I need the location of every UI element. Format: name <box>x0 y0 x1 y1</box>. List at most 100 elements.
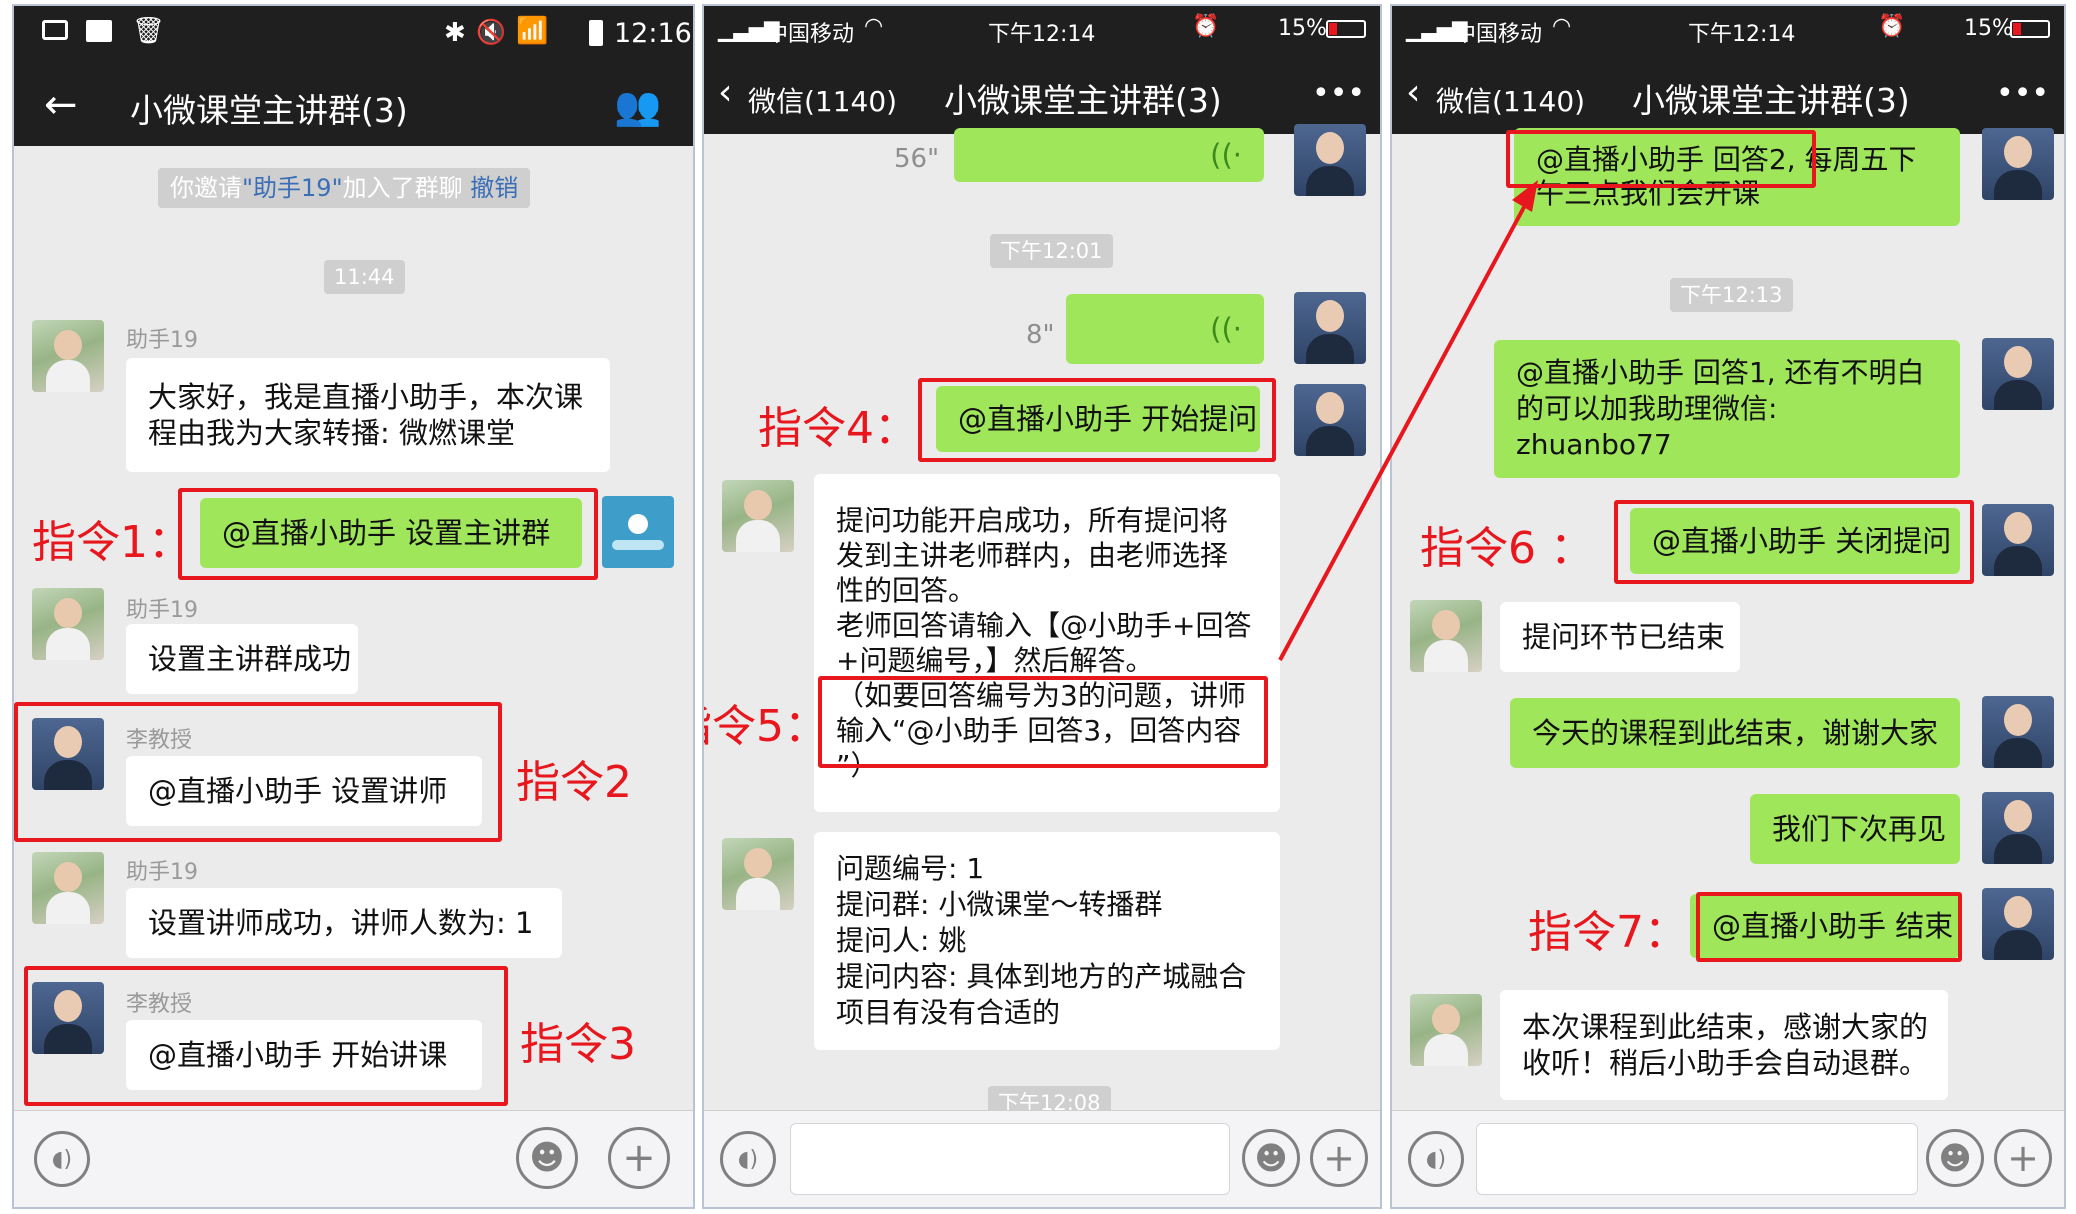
emoji-icon[interactable]: ☻ <box>1242 1129 1300 1187</box>
battery-percent: 15% <box>1964 16 2013 41</box>
chat-area: @直播小助手 回答2, 每周五下 午三点我们会开课 下午12:13 @直播小助手… <box>1392 128 2064 1111</box>
chevron-left-icon[interactable]: ‹ <box>718 72 732 113</box>
mute-icon: 🔇 <box>476 18 506 46</box>
message-bubble[interactable]: 大家好，我是直播小助手，本次课 程由我为大家转播: 微燃课堂 <box>126 358 610 472</box>
sender-name: 助手19 <box>126 328 198 353</box>
system-note-text: 你邀请 <box>170 174 242 202</box>
avatar[interactable] <box>1982 696 2054 768</box>
phone-panel-1: 🗑 ✱ 🔇 📶 12:16 ← 小微课堂主讲群(3) 👥 你邀请"助手19"加入… <box>12 4 695 1209</box>
chevron-left-icon[interactable]: ‹ <box>1406 72 1420 113</box>
nav-bar: ‹ 微信(1140) 小微课堂主讲群(3) ••• <box>704 56 1380 134</box>
highlight-box <box>24 966 508 1106</box>
avatar[interactable] <box>1982 792 2054 864</box>
voice-wave-icon: ((· <box>1210 312 1242 346</box>
avatar[interactable] <box>1410 600 1482 672</box>
phone-panel-2: ▁▃▅▇ 中国移动 ◠ 下午12:14 ⏰ 15% ‹ 微信(1140) 小微课… <box>702 4 1382 1209</box>
avatar[interactable] <box>1982 338 2054 410</box>
voice-toggle-icon[interactable]: ◖) <box>1408 1131 1464 1187</box>
invitee-link[interactable]: "助手19" <box>242 174 343 202</box>
chat-title: 小微课堂主讲群(3) <box>130 91 408 130</box>
message-bubble[interactable]: 问题编号: 1 提问群: 小微课堂～转播群 提问人: 姚 提问内容: 具体到地方… <box>814 832 1280 1050</box>
group-members-icon[interactable]: 👥 <box>614 84 661 129</box>
status-time: 下午12:14 <box>1688 22 1796 47</box>
avatar[interactable] <box>32 320 104 392</box>
more-icon[interactable]: ••• <box>1312 76 1365 111</box>
plus-icon[interactable]: + <box>1310 1129 1368 1187</box>
back-link[interactable]: 微信(1140) <box>1436 80 1585 120</box>
time-tag: 下午12:01 <box>990 234 1113 268</box>
voice-message[interactable]: ((· <box>954 128 1264 182</box>
plus-icon[interactable]: + <box>1994 1129 2052 1187</box>
input-bar: ◖) ☻ + <box>704 1110 1380 1207</box>
command-label-4: 指令4： <box>758 403 918 454</box>
message-line: @直播小助手 回答1, 还有不明白 <box>1516 356 1925 389</box>
message-bubble[interactable]: 设置主讲群成功 <box>126 624 358 694</box>
command-label-6: 指令6 ： <box>1420 523 1594 574</box>
avatar[interactable] <box>722 838 794 910</box>
message-bubble-answer1[interactable]: @直播小助手 回答1, 还有不明白 的可以加我助理微信: zhuanbo77 <box>1494 340 1960 478</box>
avatar[interactable] <box>1982 128 2054 200</box>
command-label-5: 指令5： <box>704 701 828 752</box>
alarm-icon: ⏰ <box>1878 14 1906 39</box>
message-line: 问题编号: 1 <box>836 852 985 885</box>
message-line: zhuanbo77 <box>1516 428 1672 461</box>
avatar[interactable] <box>1982 504 2054 576</box>
highlight-box <box>14 702 502 842</box>
plus-icon[interactable]: + <box>608 1127 670 1189</box>
battery-percent: 15% <box>1278 16 1327 41</box>
carrier-name: 中国移动 <box>1454 22 1543 47</box>
bluetooth-icon: ✱ <box>444 18 466 48</box>
voice-message[interactable]: ((· <box>1066 294 1264 364</box>
avatar[interactable] <box>1410 994 1482 1066</box>
alarm-icon: ⏰ <box>1192 14 1220 39</box>
more-icon[interactable]: ••• <box>1996 76 2049 111</box>
message-bubble[interactable]: 提问环节已结束 <box>1500 602 1740 672</box>
message-line: 提问人: 姚 <box>836 924 967 957</box>
avatar[interactable] <box>1294 124 1366 196</box>
avatar[interactable] <box>1294 292 1366 364</box>
avatar[interactable] <box>722 480 794 552</box>
message-line: 提问功能开启成功，所有提问将 <box>836 504 1229 537</box>
chat-area: 56" ((· 下午12:01 8" ((· @直播小助手 开始提问 指令4： … <box>704 124 1380 1120</box>
avatar[interactable] <box>602 496 674 568</box>
status-time: 12:16 <box>614 18 692 49</box>
message-bubble[interactable]: 设置讲师成功，讲师人数为: 1 <box>126 888 562 958</box>
avatar[interactable] <box>32 588 104 660</box>
voice-wave-icon: ((· <box>1210 138 1242 172</box>
avatar[interactable] <box>1982 888 2054 960</box>
emoji-icon[interactable]: ☻ <box>516 1127 578 1189</box>
message-bubble[interactable]: 今天的课程到此结束，谢谢大家 <box>1510 698 1960 768</box>
message-bubble[interactable]: 本次课程到此结束，感谢大家的 收听！稍后小助手会自动退群。 <box>1500 990 1948 1100</box>
avatar[interactable] <box>1294 384 1366 456</box>
battery-icon <box>1326 20 1366 38</box>
emoji-icon[interactable]: ☻ <box>1926 1129 1984 1187</box>
highlight-box <box>918 378 1276 462</box>
system-note: 你邀请"助手19"加入了群聊 撤销 <box>158 168 531 208</box>
trash-icon: 🗑 <box>132 16 166 46</box>
chat-title: 小微课堂主讲群(3) <box>1632 81 1910 120</box>
message-input[interactable] <box>790 1123 1230 1195</box>
system-note-text-2: 加入了群聊 <box>342 174 463 202</box>
message-bubble[interactable]: 我们下次再见 <box>1750 794 1960 864</box>
revoke-link[interactable]: 撤销 <box>470 174 518 202</box>
chat-title: 小微课堂主讲群(3) <box>944 81 1222 120</box>
message-line: 大家好，我是直播小助手，本次课 <box>148 380 584 414</box>
status-bar: ▁▃▅▇ 中国移动 ◠ 下午12:14 ⏰ 15% <box>704 6 1380 56</box>
message-line: 发到主讲老师群内，由老师选择 <box>836 539 1229 572</box>
message-line: 性的回答。 <box>836 574 977 607</box>
voice-toggle-icon[interactable]: ◖) <box>720 1131 776 1187</box>
chat-area: 你邀请"助手19"加入了群聊 撤销 11:44 助手19 大家好，我是直播小助手… <box>14 146 693 1111</box>
nav-bar: ‹ 微信(1140) 小微课堂主讲群(3) ••• <box>1392 56 2064 134</box>
voice-duration: 8" <box>1026 320 1055 350</box>
avatar[interactable] <box>32 852 104 924</box>
back-link[interactable]: 微信(1140) <box>748 80 897 120</box>
back-arrow-icon[interactable]: ← <box>44 82 78 128</box>
time-tag: 11:44 <box>324 260 405 294</box>
message-line: 程由我为大家转播: 微燃课堂 <box>148 416 515 450</box>
message-input[interactable] <box>1476 1123 1918 1195</box>
input-bar: ◖) ☻ + <box>14 1110 693 1207</box>
message-line: 提问内容: 具体到地方的产城融合 <box>836 960 1247 993</box>
message-icon <box>42 20 68 40</box>
message-line: 收听！稍后小助手会自动退群。 <box>1522 1046 1929 1080</box>
voice-toggle-icon[interactable]: ◖) <box>34 1131 90 1187</box>
